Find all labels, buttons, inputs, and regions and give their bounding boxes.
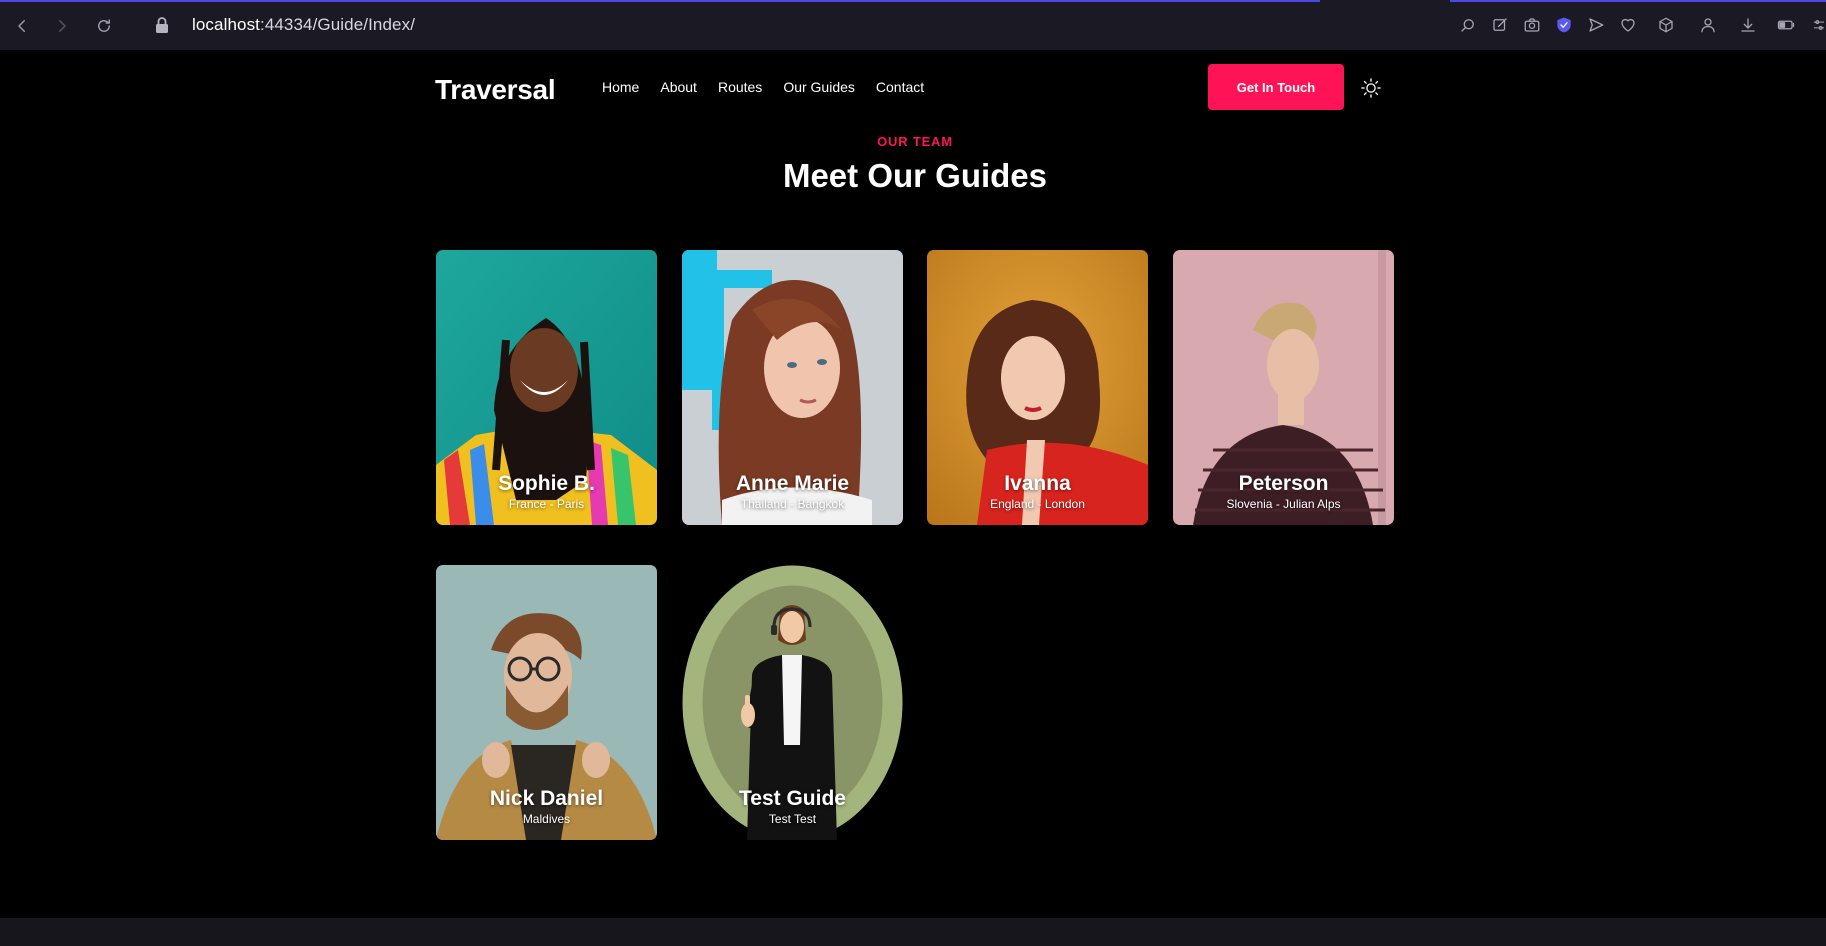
guide-card[interactable]: Sophie B. France - Paris	[436, 250, 657, 525]
camera-icon[interactable]	[1520, 13, 1544, 37]
guide-card[interactable]: Nick Daniel Maldives	[436, 565, 657, 840]
profile-icon[interactable]	[1696, 13, 1720, 37]
reload-icon[interactable]	[92, 14, 116, 38]
forward-icon[interactable]	[50, 14, 74, 38]
shield-icon[interactable]	[1552, 13, 1576, 37]
battery-icon[interactable]	[1774, 13, 1798, 37]
url-text: localhost:44334/Guide/Index/	[192, 15, 415, 35]
search-icon[interactable]	[1456, 13, 1480, 37]
sun-icon[interactable]	[1359, 76, 1383, 100]
browser-toolbar: localhost:44334/Guide/Index/	[0, 0, 1826, 50]
browser-extensions	[1448, 13, 1826, 37]
download-icon[interactable]	[1736, 13, 1760, 37]
edit-icon[interactable]	[1488, 13, 1512, 37]
sliders-icon[interactable]	[1812, 13, 1826, 37]
back-icon[interactable]	[10, 14, 34, 38]
main-navigation: Home About Routes Our Guides Contact	[602, 79, 945, 95]
site-header: Traversal Home About Routes Our Guides C…	[435, 64, 1395, 116]
guide-location: Test Test	[768, 812, 817, 826]
site-logo[interactable]: Traversal	[435, 74, 556, 106]
cube-icon[interactable]	[1654, 13, 1678, 37]
guide-card[interactable]: Test Guide Test Test	[682, 565, 903, 840]
get-in-touch-button[interactable]: Get In Touch	[1208, 64, 1344, 110]
guide-card[interactable]: Ivanna England - London	[927, 250, 1148, 525]
guide-card[interactable]: Anne Marie Thailand - Bangkok	[682, 250, 903, 525]
nav-our-guides[interactable]: Our Guides	[783, 79, 855, 95]
footer	[0, 918, 1826, 946]
guide-name: Nick Daniel	[489, 787, 604, 810]
guide-name: Anne Marie	[735, 472, 850, 495]
guide-name: Ivanna	[1004, 472, 1071, 495]
guide-location: Maldives	[522, 812, 571, 826]
address-bar[interactable]: localhost:44334/Guide/Index/	[150, 10, 1400, 40]
guide-card[interactable]: Peterson Slovenia - Julian Alps	[1173, 250, 1394, 525]
nav-contact[interactable]: Contact	[876, 79, 924, 95]
web-page: Traversal Home About Routes Our Guides C…	[0, 50, 1826, 918]
guide-name: Test Guide	[739, 787, 846, 810]
lock-icon	[150, 13, 174, 37]
guide-location: England - London	[990, 497, 1085, 511]
nav-routes[interactable]: Routes	[718, 79, 762, 95]
loading-indicator-secondary	[1450, 0, 1826, 2]
url-host: localhost	[192, 15, 260, 34]
url-path: :44334/Guide/Index/	[260, 15, 416, 34]
guide-location: Slovenia - Julian Alps	[1226, 497, 1341, 511]
heart-icon[interactable]	[1616, 13, 1640, 37]
nav-home[interactable]: Home	[602, 79, 639, 95]
guide-location: Thailand - Bangkok	[740, 497, 845, 511]
section-title: Meet Our Guides	[782, 157, 1048, 194]
guide-name: Sophie B.	[498, 472, 595, 495]
section-eyebrow: OUR TEAM	[877, 134, 953, 149]
guide-location: France - Paris	[508, 497, 585, 511]
loading-indicator	[0, 0, 1320, 2]
guide-name: Peterson	[1238, 472, 1329, 495]
nav-about[interactable]: About	[660, 79, 697, 95]
send-icon[interactable]	[1584, 13, 1608, 37]
